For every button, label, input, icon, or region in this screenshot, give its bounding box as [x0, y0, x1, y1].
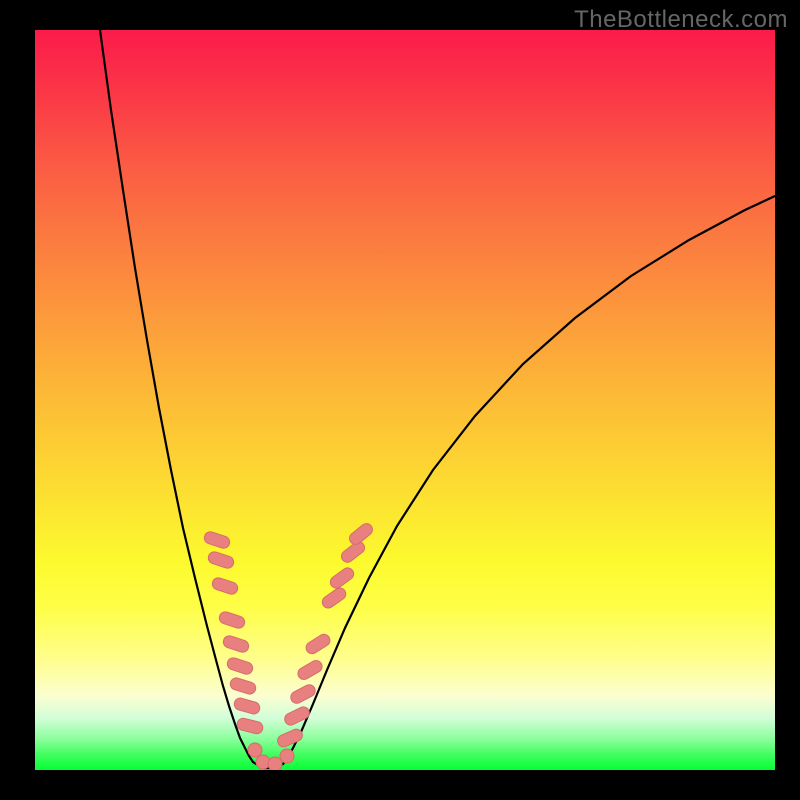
marker-dot — [268, 757, 282, 770]
marker-pill — [203, 530, 231, 549]
marker-pill — [304, 632, 332, 656]
marker-pill — [211, 576, 239, 595]
marker-pill — [222, 634, 250, 653]
marker-pill — [226, 656, 254, 675]
series-left-branch — [100, 30, 253, 762]
marker-dot — [248, 743, 262, 757]
plot-area — [35, 30, 775, 770]
marker-pill — [207, 550, 235, 569]
marker-pill — [276, 727, 305, 749]
marker-pill — [218, 610, 246, 629]
marker-pill — [296, 658, 325, 681]
marker-pill — [320, 586, 348, 611]
marker-pill — [229, 676, 257, 695]
marker-pill — [233, 697, 261, 716]
marker-pill — [283, 705, 312, 727]
bottleneck-curve — [35, 30, 775, 770]
series-right-branch — [283, 196, 775, 764]
marker-pill — [236, 717, 264, 735]
marker-dot — [280, 749, 294, 763]
chart-frame: TheBottleneck.com — [0, 0, 800, 800]
marker-pill — [328, 566, 356, 591]
